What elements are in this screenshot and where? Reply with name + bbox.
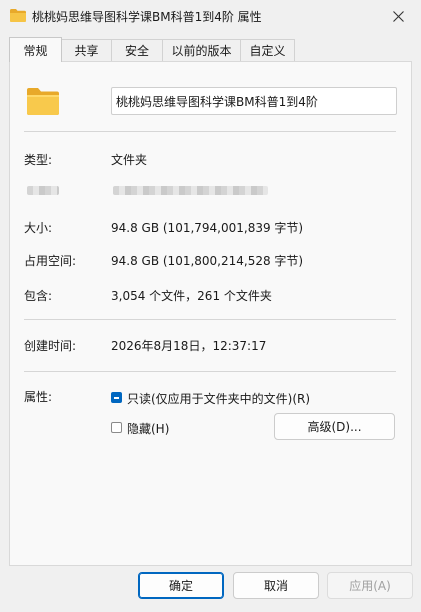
tab-sharing[interactable]: 共享 — [61, 39, 112, 61]
folder-name-input[interactable] — [111, 87, 397, 115]
divider — [24, 371, 396, 372]
divider — [24, 131, 396, 132]
type-value: 文件夹 — [111, 153, 148, 167]
attributes-label: 属性: — [24, 390, 53, 404]
redacted-location-label — [27, 186, 59, 195]
disk-size-value: 94.8 GB (101,800,214,528 字节) — [111, 254, 304, 268]
advanced-button[interactable]: 高级(D)... — [274, 413, 395, 440]
apply-button[interactable]: 应用(A) — [327, 572, 413, 599]
cancel-button[interactable]: 取消 — [233, 572, 319, 599]
readonly-checkbox[interactable] — [111, 392, 122, 403]
disk-size-label: 占用空间: — [24, 254, 77, 268]
tab-previous-versions[interactable]: 以前的版本 — [162, 39, 241, 61]
size-label: 大小: — [24, 221, 53, 235]
type-label: 类型: — [24, 153, 53, 167]
created-value: 2026年8月18日，12:37:17 — [111, 339, 267, 353]
close-button[interactable] — [375, 0, 421, 32]
contains-label: 包含: — [24, 289, 53, 303]
ok-button[interactable]: 确定 — [138, 572, 224, 599]
folder-icon — [10, 9, 26, 22]
general-panel: 类型: 文件夹 大小: 94.8 GB (101,794,001,839 字节)… — [9, 61, 412, 566]
tab-general[interactable]: 常规 — [9, 37, 62, 62]
divider — [24, 319, 396, 320]
folder-icon — [27, 88, 59, 115]
size-value: 94.8 GB (101,794,001,839 字节) — [111, 221, 304, 235]
contains-value: 3,054 个文件，261 个文件夹 — [111, 289, 272, 303]
title-bar: 桃桃妈思维导图科学课BM科普1到4阶 属性 — [0, 0, 421, 32]
hidden-label[interactable]: 隐藏(H) — [127, 420, 169, 437]
hidden-checkbox[interactable] — [111, 422, 122, 433]
tab-security[interactable]: 安全 — [111, 39, 163, 61]
window-title: 桃桃妈思维导图科学课BM科普1到4阶 属性 — [32, 10, 262, 24]
created-label: 创建时间: — [24, 339, 77, 353]
close-icon — [392, 10, 404, 22]
redacted-location-value — [113, 186, 268, 195]
readonly-label[interactable]: 只读(仅应用于文件夹中的文件)(R) — [127, 390, 310, 407]
tab-customize[interactable]: 自定义 — [240, 39, 295, 61]
